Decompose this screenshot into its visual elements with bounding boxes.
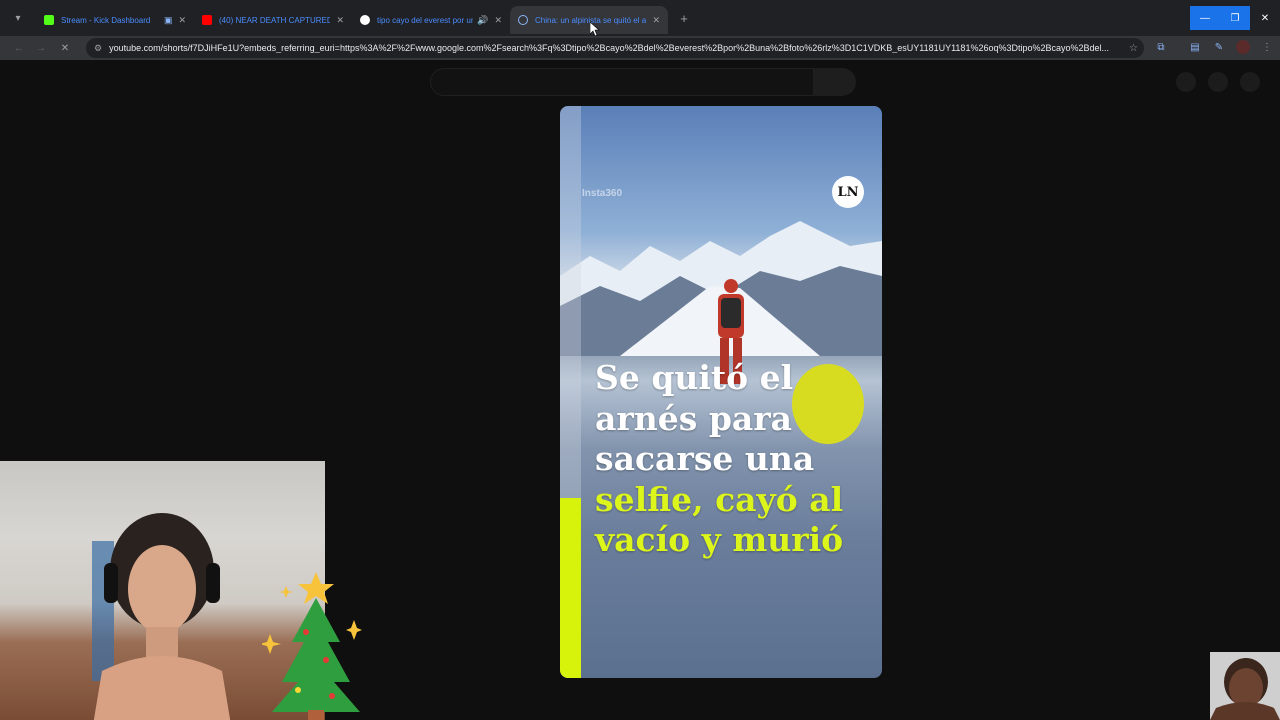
headline-line: Se quitó el xyxy=(595,358,794,397)
tab-kick-dashboard[interactable]: Stream - Kick Dashboard ▣ ✕ xyxy=(36,6,194,34)
translate-icon[interactable]: ✎ xyxy=(1212,40,1226,54)
accent-bar xyxy=(560,498,581,678)
close-tab-icon[interactable]: ✕ xyxy=(178,15,186,26)
profile-avatar[interactable] xyxy=(1236,40,1250,54)
christmas-tree-decoration xyxy=(262,572,362,720)
menu-icon[interactable]: ⋮ xyxy=(1260,40,1274,54)
reactor-webcam xyxy=(1210,652,1280,720)
headline-line: sacarse una xyxy=(595,439,815,478)
new-tab-button[interactable]: + xyxy=(672,6,696,30)
short-video-player[interactable]: Insta360 LN Se quitó el arnés para sacar… xyxy=(560,106,882,678)
url-text: youtube.com/shorts/f7DJiHFe1U?embeds_ref… xyxy=(109,43,1110,53)
insta360-watermark: Insta360 xyxy=(582,188,623,199)
youtube-search-button[interactable] xyxy=(814,68,856,96)
tab-google-search[interactable]: tipo cayo del everest por un 🔊 ✕ xyxy=(352,6,510,34)
tab-china-alpinista[interactable]: China: un alpinista se quitó el a ✕ xyxy=(510,6,668,34)
ln-logo[interactable]: LN xyxy=(832,176,864,208)
tab-title: tipo cayo del everest por un xyxy=(377,15,474,25)
close-tab-icon[interactable]: ✕ xyxy=(494,15,502,26)
loading-favicon-icon xyxy=(518,15,528,25)
tab-strip: ▾ Stream - Kick Dashboard ▣ ✕ (40) NEAR … xyxy=(0,0,1280,36)
tab-title: Stream - Kick Dashboard xyxy=(61,15,151,25)
bookmark-star-icon[interactable]: ☆ xyxy=(1129,43,1138,54)
youtube-favicon-icon xyxy=(202,15,212,25)
extension-icon[interactable]: ⧉ xyxy=(1154,40,1168,54)
google-favicon-icon xyxy=(360,15,370,25)
stop-loading-button[interactable]: ✕ xyxy=(54,37,76,59)
close-tab-icon[interactable]: ✕ xyxy=(652,15,660,26)
reactor-figure xyxy=(1210,658,1280,720)
headline-text: Se quitó el arnés para sacarse una selfi… xyxy=(595,358,875,561)
cast-icon[interactable]: ▤ xyxy=(1188,40,1202,54)
address-bar[interactable]: ⚙ youtube.com/shorts/f7DJiHFe1U?embeds_r… xyxy=(86,38,1144,58)
kick-favicon-icon xyxy=(44,15,54,25)
notifications-icon[interactable] xyxy=(1208,72,1228,92)
toolbar-actions: ⧉ ▤ ✎ ⋮ xyxy=(1154,40,1274,54)
tab-title: (40) NEAR DEATH CAPTURED b xyxy=(219,15,331,25)
close-window-button[interactable]: ✕ xyxy=(1250,6,1280,30)
back-button[interactable]: ← xyxy=(8,37,30,59)
screen-share-icon: ▣ xyxy=(163,14,173,25)
tab-youtube-near-death[interactable]: (40) NEAR DEATH CAPTURED b ✕ xyxy=(194,6,352,34)
window-controls: — ❐ ✕ xyxy=(1190,6,1280,30)
headline-line: arnés para xyxy=(595,398,793,438)
plus-icon: + xyxy=(680,10,688,26)
close-tab-icon[interactable]: ✕ xyxy=(336,15,344,26)
create-icon[interactable] xyxy=(1176,72,1196,92)
forward-button[interactable]: → xyxy=(30,37,52,59)
tab-search-button[interactable]: ▾ xyxy=(0,0,36,36)
minimize-button[interactable]: — xyxy=(1190,6,1220,30)
streamer-figure xyxy=(92,513,231,720)
headline-highlight-line: vacío y murió xyxy=(595,520,844,559)
speaker-icon[interactable]: 🔊 xyxy=(477,15,488,26)
youtube-search-input[interactable] xyxy=(430,68,814,96)
site-info-icon[interactable]: ⚙ xyxy=(94,43,102,54)
chevron-down-icon: ▾ xyxy=(15,12,21,24)
mouse-cursor-icon xyxy=(590,22,600,36)
account-avatar[interactable] xyxy=(1240,72,1260,92)
browser-toolbar: ← → ✕ ⚙ youtube.com/shorts/f7DJiHFe1U?em… xyxy=(0,36,1280,60)
headline-highlight-line: selfie, cayó al xyxy=(595,479,844,519)
restore-button[interactable]: ❐ xyxy=(1220,6,1250,30)
